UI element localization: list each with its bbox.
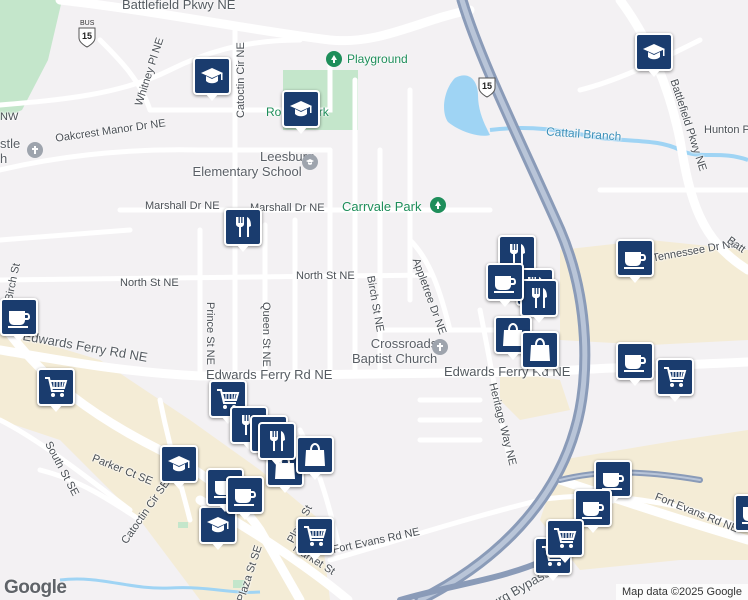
poi-pin-store[interactable] — [521, 331, 559, 375]
place-label-crossroads: Crossroads Baptist Church — [352, 336, 438, 367]
cafe-icon — [622, 245, 648, 271]
castle-line1: stle — [0, 136, 21, 151]
school-icon — [205, 512, 231, 538]
street-label-hunton: Hunton Pl NE — [704, 124, 748, 136]
cafe-icon — [492, 269, 518, 295]
street-label-north-left: North St NE — [120, 277, 179, 289]
poi-pin-cafe[interactable] — [616, 239, 654, 283]
us-route-number: 15 — [482, 81, 493, 91]
poi-pin-school[interactable] — [160, 445, 198, 489]
shopping-bag-icon — [302, 442, 328, 468]
cafe-icon — [740, 500, 748, 526]
street-label-catoctin-top: Catoctin Cir NE — [235, 42, 247, 118]
poi-pin-grocery[interactable] — [37, 368, 75, 412]
cafe-icon — [232, 482, 258, 508]
school-icon — [641, 39, 667, 65]
cafe-icon — [580, 495, 606, 521]
poi-pin-restaurant-cluster[interactable] — [258, 422, 296, 466]
poi-pin-cafe[interactable] — [616, 342, 654, 386]
poi-pin-cafe-cluster[interactable] — [226, 476, 264, 520]
leesburg-elem-line2: Elementary School — [192, 163, 302, 179]
poi-pin-grocery[interactable] — [656, 358, 694, 402]
castle-line2: h — [0, 150, 8, 166]
restaurant-icon — [230, 214, 256, 240]
shopping-cart-icon — [662, 364, 688, 390]
poi-pin-school[interactable] — [635, 33, 673, 77]
carrvale-park-marker[interactable] — [430, 197, 446, 213]
poi-pin-school[interactable] — [193, 57, 231, 101]
map-attribution[interactable]: Map data ©2025 Google — [615, 584, 748, 600]
restaurant-icon — [526, 285, 552, 311]
crossroads-line1: Crossroads — [370, 336, 438, 351]
poi-pin-restaurant[interactable] — [224, 208, 262, 252]
poi-pin-store[interactable] — [296, 436, 334, 480]
street-label-prince: Prince St NE — [204, 302, 216, 365]
shopping-cart-icon — [552, 525, 578, 551]
cafe-icon — [622, 348, 648, 374]
school-marker-elementary[interactable] — [302, 154, 318, 170]
us-bus-15-shield: BUS 15 — [76, 20, 98, 48]
school-icon — [199, 63, 225, 89]
poi-pin-grocery[interactable] — [296, 517, 334, 561]
place-label-playground: Playground — [347, 52, 408, 66]
school-icon — [166, 451, 192, 477]
street-label-marshall-left: Marshall Dr NE — [145, 200, 220, 212]
restaurant-icon — [264, 428, 290, 454]
shopping-cart-icon — [302, 523, 328, 549]
church-marker-castle[interactable] — [27, 142, 43, 158]
poi-pin-school[interactable] — [282, 90, 320, 134]
place-label-castle-partial: stle h — [0, 136, 21, 167]
shopping-bag-icon — [527, 337, 553, 363]
poi-pin-cafe-cluster[interactable] — [734, 494, 748, 538]
poi-pin-cafe[interactable] — [486, 263, 524, 307]
street-label-queen: Queen St NE — [260, 302, 272, 367]
poi-pin-cafe[interactable] — [0, 298, 38, 342]
bus-label: BUS — [80, 20, 95, 27]
bus-route-number: 15 — [82, 31, 93, 41]
playground-marker[interactable] — [326, 51, 342, 67]
us-15-shield: 15 — [476, 76, 498, 98]
street-label-battlefield-top: Battlefield Pkwy NE — [122, 0, 236, 12]
google-logo[interactable]: Google — [4, 577, 67, 599]
street-label-north-right: North St NE — [296, 270, 355, 282]
church-marker-crossroads[interactable] — [432, 339, 448, 355]
crossroads-line2: Baptist Church — [352, 350, 438, 366]
school-icon — [288, 96, 314, 122]
street-label-nw: NW — [0, 111, 19, 123]
shopping-cart-icon — [43, 374, 69, 400]
map-canvas[interactable]: BUS 15 15 Battlefield Pkwy NE Whitney Pl… — [0, 0, 748, 600]
poi-pin-grocery[interactable] — [546, 519, 584, 563]
place-label-leesburg-elementary: Leesburg Elementary School — [180, 149, 315, 180]
poi-pin-restaurant[interactable] — [520, 279, 558, 323]
place-label-carrvale: Carrvale Park — [342, 199, 422, 214]
cafe-icon — [6, 304, 32, 330]
